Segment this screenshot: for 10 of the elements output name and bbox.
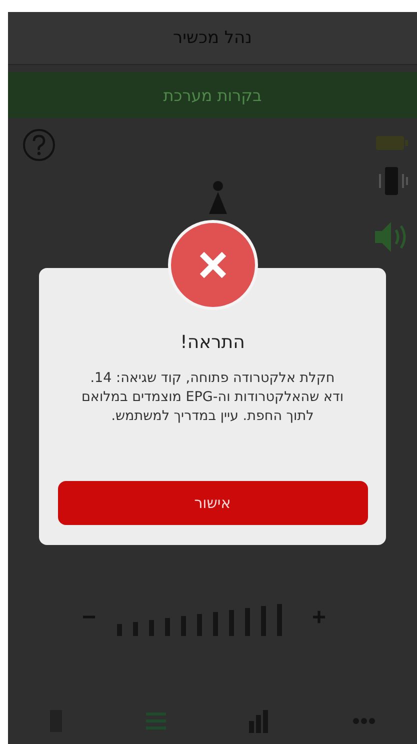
increase-button[interactable]: + bbox=[308, 604, 330, 632]
banner-title: בקרות מערכת bbox=[163, 86, 262, 104]
decrease-button[interactable]: − bbox=[78, 604, 100, 632]
dialog-message: חקלת אלקטרודה פתוחה, קוד שגיאה: 14. ודא שהאלקטרודות וה-EPG מוצמדים במלואם לתוך החפת. עיין במדריך למשתמש. bbox=[80, 369, 345, 426]
bar-chart-icon[interactable] bbox=[248, 709, 270, 733]
more-icon[interactable] bbox=[352, 717, 376, 725]
dialog-title: התראה! bbox=[180, 332, 245, 353]
sliders-icon[interactable] bbox=[144, 710, 167, 732]
confirm-button[interactable]: אישור bbox=[58, 481, 368, 525]
help-icon[interactable] bbox=[22, 128, 56, 162]
